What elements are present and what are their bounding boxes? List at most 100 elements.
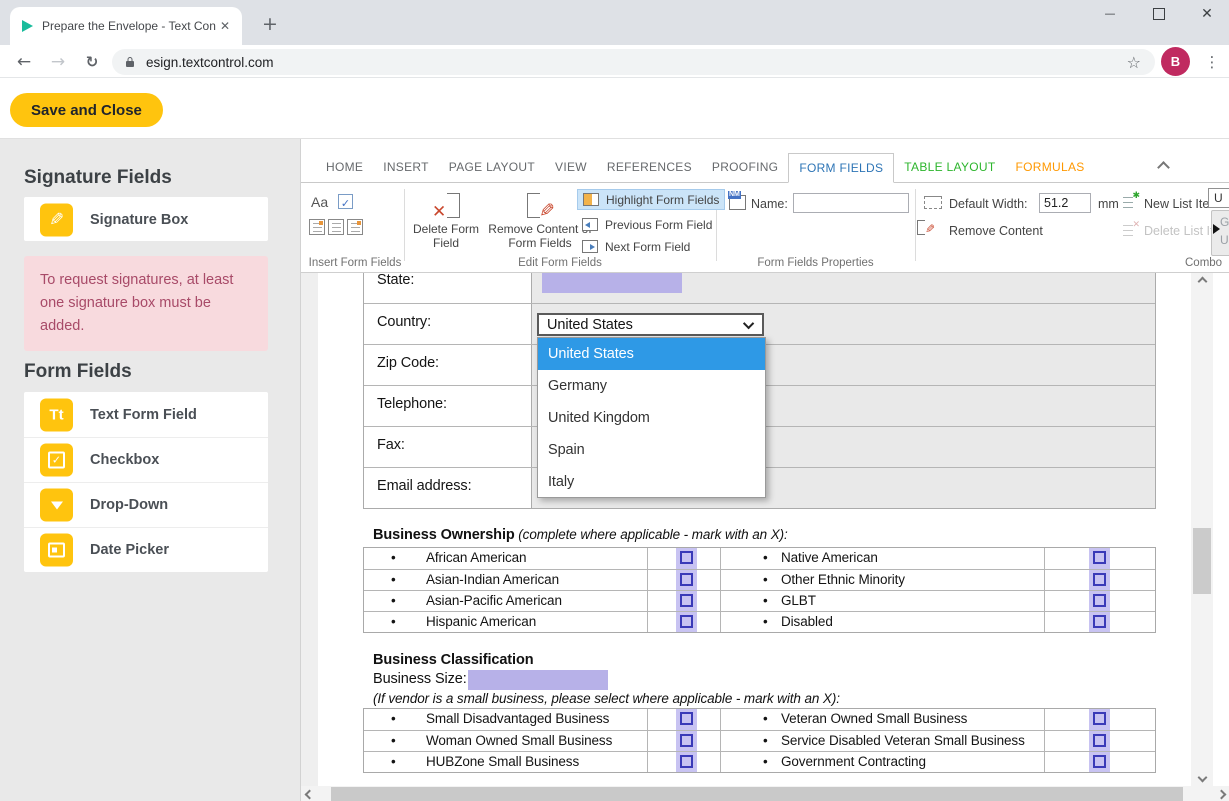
checkbox-form-field[interactable] xyxy=(1093,551,1106,564)
dropdown-option[interactable]: United Kingdom xyxy=(538,402,765,434)
business-ownership-table: African American Native American Asian-I… xyxy=(363,547,1156,633)
tab-formulas[interactable]: FORMULAS xyxy=(1005,153,1094,182)
state-form-field[interactable] xyxy=(542,273,682,293)
dropdown-option[interactable]: Italy xyxy=(538,466,765,498)
bookmark-star-icon[interactable] xyxy=(1127,53,1141,72)
vertical-scroll-thumb[interactable] xyxy=(1193,528,1211,594)
save-and-close-button[interactable]: Save and Close xyxy=(10,93,163,127)
checkbox-item[interactable]: Checkbox xyxy=(24,437,268,482)
checkbox-form-field[interactable] xyxy=(680,755,693,768)
horizontal-scrollbar[interactable] xyxy=(301,786,1229,801)
sidebar: Signature Fields Signature Box To reques… xyxy=(0,139,300,801)
country-dropdown-list: United States Germany United Kingdom Spa… xyxy=(537,337,766,498)
scroll-right-button[interactable] xyxy=(1213,786,1229,801)
window-maximize-button[interactable] xyxy=(1142,3,1176,25)
tab-form-fields[interactable]: FORM FIELDS xyxy=(788,153,894,183)
combo-items-list[interactable]: U xyxy=(1208,188,1229,208)
checkbox-form-field[interactable] xyxy=(680,573,693,586)
tab-home[interactable]: HOME xyxy=(316,153,373,182)
previous-form-field-button[interactable]: Previous Form Field xyxy=(577,214,717,235)
table-row: Small Disadvantaged Business Veteran Own… xyxy=(364,709,1155,730)
scroll-down-button[interactable] xyxy=(1191,769,1213,786)
new-list-item-icon xyxy=(1123,194,1138,209)
combo-expand-arrow-icon[interactable] xyxy=(1213,224,1220,234)
browser-menu-icon[interactable] xyxy=(1199,48,1225,76)
text-form-field-icon: Tt xyxy=(40,398,73,431)
ribbon-tab-bar: HOME INSERT PAGE LAYOUT VIEW REFERENCES … xyxy=(301,153,1229,183)
checkbox-form-field[interactable] xyxy=(1093,755,1106,768)
delete-list-item-icon xyxy=(1123,222,1138,237)
country-select[interactable]: United States xyxy=(537,313,764,336)
table-row: State: xyxy=(364,273,1155,303)
checkbox-icon xyxy=(40,444,73,477)
checkbox-form-field[interactable] xyxy=(680,734,693,747)
tab-close-icon[interactable] xyxy=(216,17,234,35)
next-form-field-button[interactable]: Next Form Field xyxy=(577,236,695,257)
table-row: Country: United States United States Ger… xyxy=(364,303,1155,344)
forward-button[interactable] xyxy=(44,48,72,76)
dropdown-option[interactable]: Spain xyxy=(538,434,765,466)
insert-combo-box-button[interactable] xyxy=(309,219,325,235)
previous-form-field-icon xyxy=(582,218,598,231)
document-page[interactable]: State: Country: United States United Sta… xyxy=(301,273,1229,786)
tab-proofing[interactable]: PROOFING xyxy=(702,153,788,182)
checkbox-form-field[interactable] xyxy=(680,615,693,628)
url-text: esign.textcontrol.com xyxy=(146,55,1127,70)
text-form-field-item[interactable]: Tt Text Form Field xyxy=(24,392,268,437)
delete-form-field-icon: ✕ xyxy=(432,193,460,219)
browser-window: Prepare the Envelope - Text Cont esign.t… xyxy=(0,0,1229,801)
form-fields-heading: Form Fields xyxy=(24,361,132,383)
remove-content-button[interactable]: Remove Content xyxy=(949,224,1043,238)
tab-page-layout[interactable]: PAGE LAYOUT xyxy=(439,153,545,182)
tab-view[interactable]: VIEW xyxy=(545,153,597,182)
checkbox-form-field[interactable] xyxy=(680,594,693,607)
default-width-label: Default Width: xyxy=(949,197,1028,211)
scroll-up-button[interactable] xyxy=(1191,273,1213,290)
drop-down-icon xyxy=(40,489,73,522)
checkbox-form-field[interactable] xyxy=(1093,734,1106,747)
profile-avatar[interactable]: B xyxy=(1161,47,1190,76)
default-width-input[interactable] xyxy=(1039,193,1091,213)
tab-references[interactable]: REFERENCES xyxy=(597,153,702,182)
horizontal-scroll-thumb[interactable] xyxy=(331,787,1183,801)
window-minimize-button[interactable] xyxy=(1093,3,1127,25)
checkbox-form-field[interactable] xyxy=(1093,594,1106,607)
checkbox-form-field[interactable] xyxy=(680,551,693,564)
drop-down-item[interactable]: Drop-Down xyxy=(24,482,268,527)
new-tab-button[interactable] xyxy=(258,13,282,37)
signature-fields-heading: Signature Fields xyxy=(24,167,172,189)
insert-date-picker-button[interactable] xyxy=(347,219,363,235)
window-close-button[interactable] xyxy=(1190,3,1224,25)
reload-button[interactable] xyxy=(78,48,106,76)
dropdown-option[interactable]: Germany xyxy=(538,370,765,402)
tab-insert[interactable]: INSERT xyxy=(373,153,439,182)
tab-table-layout[interactable]: TABLE LAYOUT xyxy=(894,153,1005,182)
name-input[interactable] xyxy=(793,193,909,213)
delete-form-field-button[interactable]: ✕ Delete Form Field xyxy=(406,187,486,250)
scroll-left-button[interactable] xyxy=(301,786,318,801)
remove-content-icon xyxy=(525,193,555,219)
browser-tab[interactable]: Prepare the Envelope - Text Cont xyxy=(10,7,242,45)
highlight-form-fields-button[interactable]: Highlight Form Fields xyxy=(577,189,725,210)
date-picker-icon xyxy=(40,534,73,567)
date-picker-item[interactable]: Date Picker xyxy=(24,527,268,572)
vertical-scrollbar[interactable] xyxy=(1191,273,1213,786)
page-gutter xyxy=(301,273,318,786)
checkbox-form-field[interactable] xyxy=(1093,573,1106,586)
signature-box-item[interactable]: Signature Box xyxy=(24,197,268,241)
insert-checkbox-button[interactable] xyxy=(338,194,353,209)
checkbox-form-field[interactable] xyxy=(680,712,693,725)
back-button[interactable] xyxy=(10,48,38,76)
group-label-insert: Insert Form Fields xyxy=(306,257,404,269)
insert-list-box-button[interactable] xyxy=(328,219,344,235)
document-editor: HOME INSERT PAGE LAYOUT VIEW REFERENCES … xyxy=(300,139,1229,801)
business-size-form-field[interactable] xyxy=(468,670,608,690)
address-bar[interactable]: esign.textcontrol.com xyxy=(112,49,1155,75)
checkbox-form-field[interactable] xyxy=(1093,712,1106,725)
next-form-field-icon xyxy=(582,240,598,253)
table-row: African American Native American xyxy=(364,548,1155,569)
business-classification-table: Small Disadvantaged Business Veteran Own… xyxy=(363,708,1156,773)
checkbox-form-field[interactable] xyxy=(1093,615,1106,628)
insert-text-form-field-button[interactable]: Aa xyxy=(311,194,328,210)
dropdown-option[interactable]: United States xyxy=(538,338,765,370)
